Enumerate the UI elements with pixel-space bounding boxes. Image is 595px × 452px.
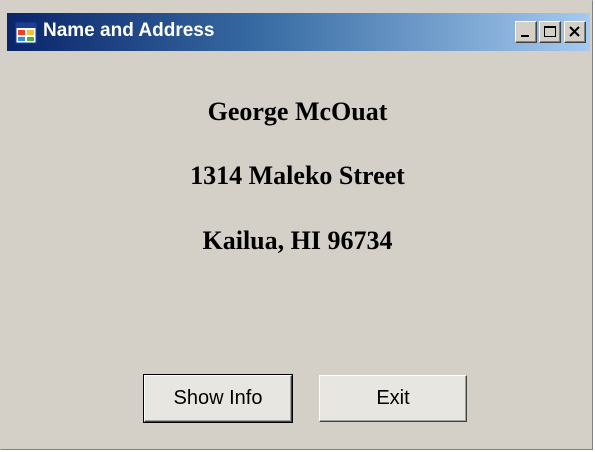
close-button[interactable] xyxy=(564,21,586,43)
title-bar[interactable]: Name and Address xyxy=(7,13,590,51)
minimize-icon xyxy=(521,35,529,37)
window-title: Name and Address xyxy=(43,20,215,41)
maximize-button[interactable] xyxy=(539,21,561,43)
street-label: 1314 Maleko Street xyxy=(190,161,405,190)
maximize-icon xyxy=(544,26,556,37)
name-label: George McOuat xyxy=(207,97,388,126)
close-icon xyxy=(569,26,580,37)
show-info-button[interactable]: Show Info xyxy=(143,374,293,423)
exit-button[interactable]: Exit xyxy=(319,375,467,422)
minimize-button[interactable] xyxy=(515,21,537,43)
app-form-icon xyxy=(15,22,37,44)
city-state-zip-label: Kailua, HI 96734 xyxy=(202,226,393,255)
main-window: Name and Address George McOuat 1314 Male… xyxy=(0,0,593,450)
